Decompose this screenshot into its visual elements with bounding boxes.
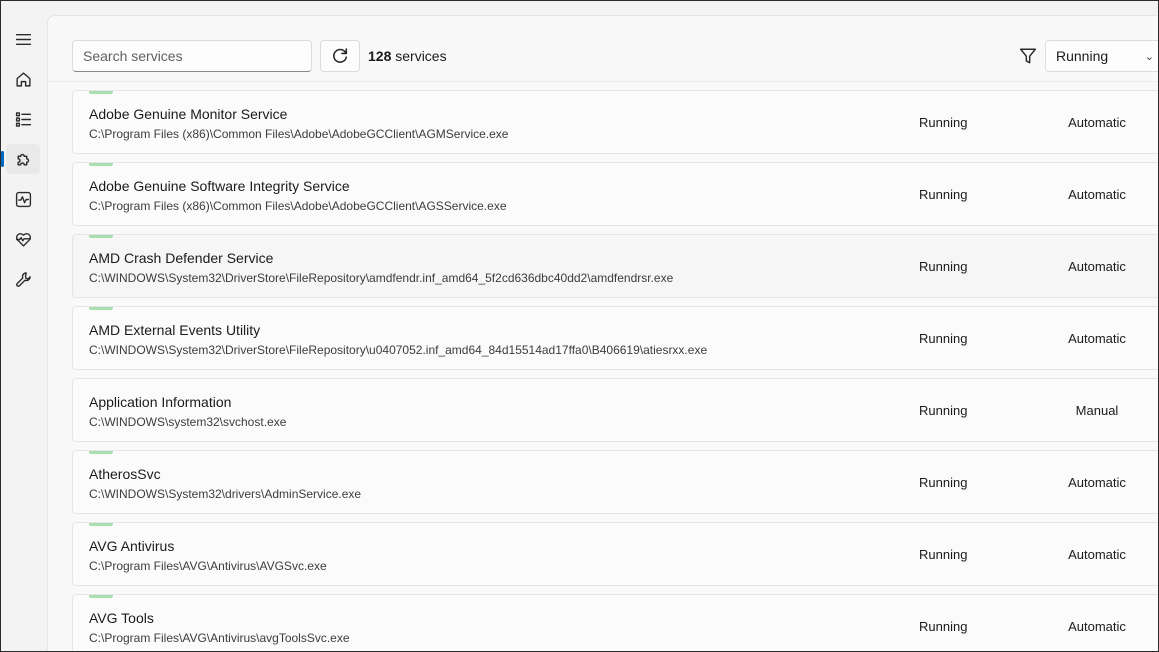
sidebar-item-performance[interactable]	[6, 184, 40, 214]
service-count-label: services	[395, 48, 447, 64]
service-path: C:\WINDOWS\System32\DriverStore\FileRepo…	[89, 271, 674, 285]
service-status: Running	[919, 403, 968, 418]
main-content: 128 services Running ⌄ Adobe Genuine Mon…	[47, 15, 1158, 651]
service-name: AVG Antivirus	[89, 538, 175, 554]
service-name: AVG Tools	[89, 610, 154, 626]
service-row[interactable]: Adobe Genuine Software Integrity Service…	[72, 162, 1158, 226]
service-list: Adobe Genuine Monitor Service C:\Program …	[72, 90, 1158, 651]
service-status: Running	[919, 187, 968, 202]
chevron-down-icon: ⌄	[1144, 50, 1154, 63]
sidebar-item-processes[interactable]	[6, 104, 40, 134]
service-startup-type: Automatic	[1068, 619, 1126, 634]
refresh-icon	[333, 48, 348, 63]
service-path: C:\Program Files (x86)\Common Files\Adob…	[89, 199, 507, 213]
status-indicator	[89, 523, 113, 526]
status-indicator	[89, 451, 113, 454]
service-startup-type: Automatic	[1068, 115, 1126, 130]
status-indicator	[89, 595, 113, 598]
service-row[interactable]: Adobe Genuine Monitor Service C:\Program …	[72, 90, 1158, 154]
service-row[interactable]: AVG Tools C:\Program Files\AVG\Antivirus\…	[72, 594, 1158, 651]
app-window: 128 services Running ⌄ Adobe Genuine Mon…	[0, 0, 1159, 652]
health-icon	[15, 232, 31, 247]
service-status: Running	[919, 475, 968, 490]
service-path: C:\WINDOWS\System32\drivers\AdminService…	[89, 487, 362, 501]
service-row[interactable]: AMD Crash Defender Service C:\WINDOWS\Sys…	[72, 234, 1158, 298]
service-row[interactable]: Application Information C:\WINDOWS\system…	[72, 378, 1158, 442]
filter-button[interactable]	[1018, 46, 1038, 66]
service-startup-type: Automatic	[1068, 475, 1126, 490]
service-name: Application Information	[89, 394, 232, 410]
sidebar-item-home[interactable]	[6, 64, 40, 94]
service-count-number: 128	[368, 48, 392, 64]
service-status: Running	[919, 115, 968, 130]
status-indicator	[89, 235, 113, 238]
puzzle-icon	[16, 153, 29, 166]
menu-button[interactable]	[6, 24, 40, 54]
sidebar	[1, 1, 47, 651]
service-row[interactable]: AMD External Events Utility C:\WINDOWS\Sy…	[72, 306, 1158, 370]
sidebar-item-services[interactable]	[6, 144, 40, 174]
status-filter-dropdown[interactable]: Running ⌄	[1045, 40, 1158, 72]
activity-icon	[15, 191, 31, 207]
service-path: C:\WINDOWS\System32\DriverStore\FileRepo…	[89, 343, 708, 357]
home-icon	[15, 71, 31, 87]
service-status: Running	[919, 259, 968, 274]
service-startup-type: Automatic	[1068, 187, 1126, 202]
filter-icon	[1019, 48, 1037, 64]
status-indicator	[89, 91, 113, 94]
service-path: C:\WINDOWS\system32\svchost.exe	[89, 415, 287, 429]
service-path: C:\Program Files (x86)\Common Files\Adob…	[89, 127, 509, 141]
service-name: AMD Crash Defender Service	[89, 250, 274, 266]
service-status: Running	[919, 331, 968, 346]
service-status: Running	[919, 619, 968, 634]
sidebar-item-health[interactable]	[6, 224, 40, 254]
service-startup-type: Automatic	[1068, 547, 1126, 562]
service-status: Running	[919, 547, 968, 562]
status-indicator	[89, 163, 113, 166]
service-name: Adobe Genuine Software Integrity Service	[89, 178, 350, 194]
wrench-icon	[15, 271, 31, 287]
service-path: C:\Program Files\AVG\Antivirus\AVGSvc.ex…	[89, 559, 327, 573]
service-startup-type: Manual	[1075, 403, 1119, 418]
service-name: AMD External Events Utility	[89, 322, 261, 338]
sidebar-item-tools[interactable]	[6, 264, 40, 294]
refresh-button[interactable]	[320, 40, 360, 72]
list-icon	[15, 111, 31, 127]
header-divider	[48, 81, 1158, 82]
active-nav-indicator	[1, 151, 4, 167]
service-row[interactable]: AtherosSvc C:\WINDOWS\System32\drivers\Ad…	[72, 450, 1158, 514]
status-indicator	[89, 307, 113, 310]
service-count: 128 services	[368, 48, 447, 64]
search-input[interactable]	[72, 40, 312, 72]
service-startup-type: Automatic	[1068, 259, 1126, 274]
status-filter-value: Running	[1056, 48, 1109, 64]
service-startup-type: Automatic	[1068, 331, 1126, 346]
service-path: C:\Program Files\AVG\Antivirus\avgToolsS…	[89, 631, 350, 645]
service-row[interactable]: AVG Antivirus C:\Program Files\AVG\Antivi…	[72, 522, 1158, 586]
menu-icon	[15, 33, 31, 45]
service-name: Adobe Genuine Monitor Service	[89, 106, 288, 122]
service-name: AtherosSvc	[89, 466, 161, 482]
